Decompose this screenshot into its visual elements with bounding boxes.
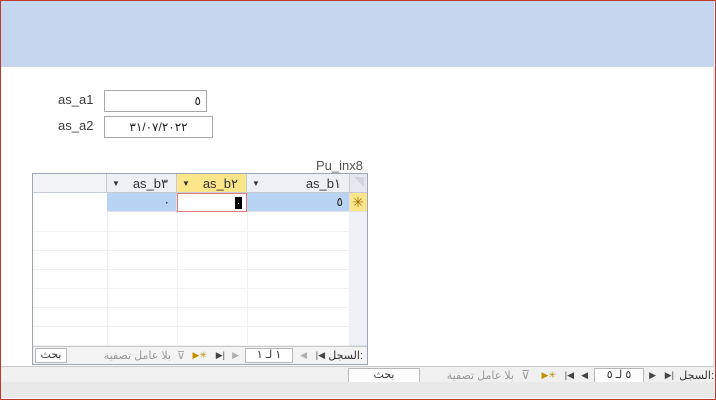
column-header-as-b1[interactable]: as_b١ ▼ — [247, 174, 350, 193]
status-strip — [1, 382, 714, 398]
column-header-as-b2[interactable]: as_b٢ ▼ — [177, 174, 247, 193]
record-position-input[interactable]: ٥ لـ ٥ — [594, 368, 644, 383]
previous-record-icon[interactable]: ◀ — [300, 350, 307, 361]
empty-grid-area — [33, 212, 349, 364]
column-header-label: as_b١ — [305, 176, 341, 191]
subform-navigation-bar: السجل: |◀ ◀ ١ لـ ١ ▶ ▶| ▶✳ ⊽ بلا عامل تص… — [33, 346, 367, 364]
sort-dropdown-icon[interactable]: ▼ — [252, 174, 260, 193]
last-record-icon[interactable]: ▶| — [216, 350, 225, 361]
field-a1-label: as_a1 — [58, 92, 94, 107]
cell-as-b3[interactable]: ٠ — [107, 193, 177, 212]
subform-caption: Pu_inx8 — [316, 158, 363, 173]
column-header-empty — [33, 174, 107, 193]
select-all-corner[interactable] — [349, 174, 367, 193]
sort-dropdown-icon[interactable]: ▼ — [112, 174, 120, 193]
column-header-as-b3[interactable]: as_b٣ ▼ — [107, 174, 177, 193]
new-record-icon[interactable]: ▶✳ — [193, 350, 207, 361]
record-label: السجل: — [679, 370, 714, 382]
form-header — [1, 1, 714, 67]
sort-dropdown-icon[interactable]: ▼ — [182, 174, 190, 193]
main-navigation-bar: السجل: ▶| ▶ ٥ لـ ٥ ◀ |◀ ▶✳ ⊽ بلا عامل تص… — [1, 366, 714, 383]
row-selector-column — [349, 212, 367, 346]
search-box[interactable]: بحث — [348, 368, 420, 383]
cell-value: ٥ — [336, 195, 343, 209]
cell-value: ٠ — [163, 195, 170, 209]
previous-record-icon[interactable]: ▶ — [649, 370, 656, 381]
record-position-input[interactable]: ١ لـ ١ — [245, 348, 293, 363]
search-box[interactable]: بحث — [35, 348, 67, 363]
cell-as-b1[interactable]: ٥ — [247, 193, 350, 212]
field-a2-input[interactable]: ٣١/٠٧/٢٠٢٢ — [104, 116, 213, 138]
cell-as-b2-active[interactable]: ٠ — [177, 193, 247, 212]
next-record-icon[interactable]: ▶ — [232, 350, 239, 361]
first-record-icon[interactable]: |◀ — [316, 350, 325, 361]
filter-status[interactable]: بلا عامل تصفية — [447, 369, 514, 382]
first-record-icon[interactable]: |◀ — [565, 370, 574, 381]
text-cursor: ٠ — [235, 197, 242, 209]
vertical-scrollbar[interactable] — [713, 67, 715, 367]
column-header-label: as_b٣ — [132, 176, 168, 191]
subform-datasheet: as_b١ ▼ as_b٢ ▼ as_b٣ ▼ ✳ ٥ ٠ ٠ السجل: |… — [32, 173, 368, 365]
new-record-icon[interactable]: ▶✳ — [542, 370, 556, 381]
back-record-icon[interactable]: ◀ — [581, 370, 588, 381]
filter-icon[interactable]: ⊽ — [177, 349, 185, 362]
field-a1-input[interactable]: ٥ — [104, 90, 207, 112]
filter-status[interactable]: بلا عامل تصفية — [104, 349, 171, 362]
column-header-label: as_b٢ — [202, 176, 238, 191]
filter-icon[interactable]: ⊽ — [521, 368, 530, 382]
field-a2-label: as_a2 — [58, 118, 94, 133]
new-record-marker[interactable]: ✳ — [349, 193, 367, 212]
record-label: السجل: — [328, 350, 363, 362]
next-record-icon[interactable]: ▶| — [665, 370, 674, 381]
